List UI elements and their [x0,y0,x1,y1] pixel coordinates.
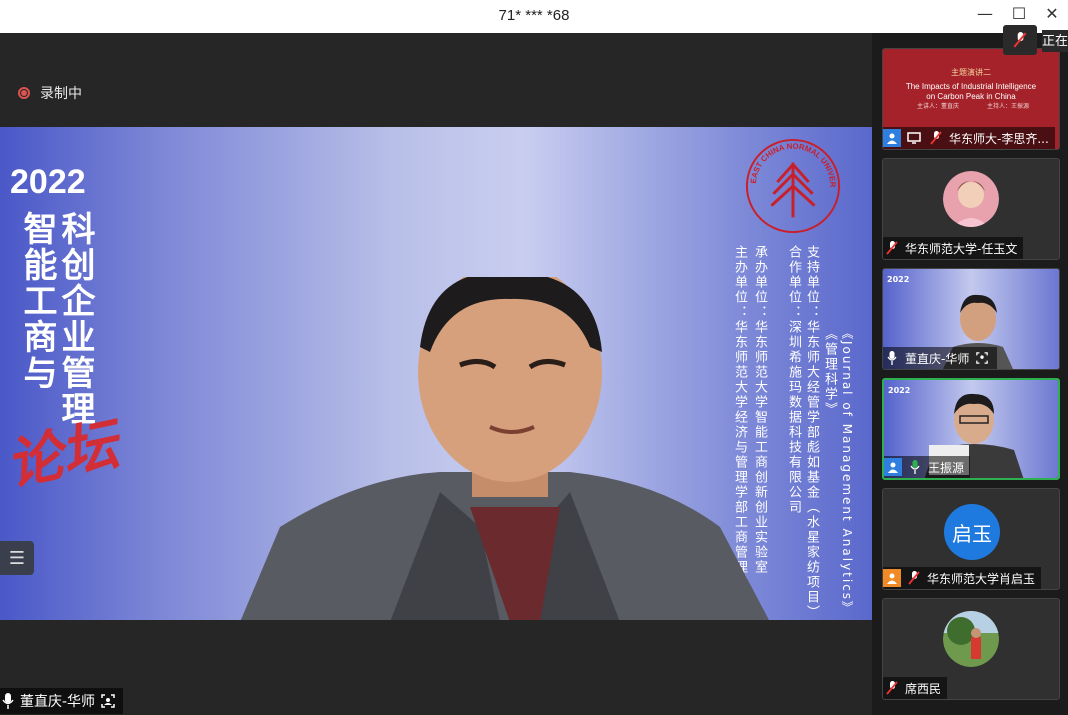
banner-title-col1: 科创企业管理 [55,211,95,427]
participant-avatar [943,171,999,227]
participant-label: 席西民 [883,677,948,699]
title-bar: 71* *** *68 — ☐ ✕ [0,0,1068,33]
participant-name: 华东师大-李思齐... [949,131,1049,146]
participant-label: 王振源 [884,456,971,478]
participant-name: 华东师范大学肖启玉 [927,571,1036,586]
mic-muted-icon [905,569,923,587]
speaker-video: 2022 科创企业管理 智能工商与 论坛 EAST CHINA NORMAL U… [0,127,872,620]
participant-tile[interactable]: 2022 董直庆-华师 [882,268,1060,370]
user-icon [883,569,901,587]
banner-title-col2: 智能工商与 [17,211,57,391]
logo-text: EAST CHINA NORMAL UNIVERSITY [744,137,837,188]
slide-footer-host: 主持人：王振源 [987,104,1030,110]
recording-label: 录制中 [40,86,82,102]
participant-name: 王振源 [928,460,965,475]
list-icon: ☰ [8,547,26,569]
participant-label: 华东师范大学-任玉文 [883,237,1024,259]
list-toggle-button[interactable]: ☰ [0,541,34,575]
window-title: 71* *** *68 [498,7,570,24]
participant-label: 华东师范大学肖启玉 [883,567,1042,589]
participant-tile[interactable]: 主题演讲二 The Impacts of Industrial Intellig… [882,48,1060,150]
banner-year: 2022 [10,163,86,201]
user-icon [884,458,902,476]
main-speaker-name: 董直庆-华师 [20,694,96,710]
svg-text:EAST CHINA NORMAL UNIVERSITY: EAST CHINA NORMAL UNIVERSITY [744,137,837,188]
banner-support: 支持单位：华东师大经管学部彪如基金（水星家纺项目） [804,245,819,620]
university-logo: EAST CHINA NORMAL UNIVERSITY [744,137,841,234]
focus-frame-icon [101,694,115,708]
microphone-icon [883,349,901,367]
participant-tile[interactable]: 启玉 华东师范大学肖启玉 [882,488,1060,590]
microphone-active-icon [906,458,924,476]
focus-frame-icon [973,349,991,367]
record-icon [18,87,30,99]
participant-panel: 主题演讲二 The Impacts of Industrial Intellig… [872,33,1068,715]
banner-journal: 《Journal of Management Analytics》 [840,327,854,616]
user-icon [883,129,901,147]
banner-journal2: 《管理科学》 [822,327,837,417]
screen-share-icon [905,129,923,147]
self-mute-button[interactable] [1003,25,1037,55]
participant-tile[interactable]: 华东师范大学-任玉文 [882,158,1060,260]
participant-label: 董直庆-华师 [883,347,998,369]
speaker-figure [240,277,769,620]
participant-name: 席西民 [905,681,942,696]
participant-name: 董直庆-华师 [905,351,970,366]
slide-footer-presenter: 主讲人：董直庆 [917,104,960,110]
mic-muted-icon [927,129,945,147]
participant-tile-active[interactable]: 2022 王振源 [882,378,1060,480]
mini-year: 2022 [887,275,910,284]
recording-indicator: 录制中 [18,83,82,103]
banner-forum: 论坛 [0,411,124,499]
participant-label: 华东师大-李思齐... [883,127,1055,149]
slide-text: The Impacts of Industrial Intelligence o… [905,82,1037,101]
mic-muted-icon [883,239,901,257]
main-video-area[interactable]: 录制中 2022 科创企业管理 智能工商与 论坛 EAST CHINA NORM… [0,33,872,715]
status-label: 正在 [1042,30,1068,52]
minimize-button[interactable]: — [973,4,997,23]
participant-avatar [943,611,999,667]
participant-name: 华东师范大学-任玉文 [905,241,1018,256]
maximize-button[interactable]: ☐ [1007,4,1031,23]
microphone-icon [2,693,14,709]
participant-tile[interactable]: 席西民 [882,598,1060,700]
mic-muted-icon [1013,32,1027,48]
close-button[interactable]: ✕ [1040,4,1064,23]
mic-muted-icon [883,679,901,697]
main-speaker-label: 董直庆-华师 [0,688,124,714]
participant-avatar-text: 启玉 [944,504,1000,560]
mini-year: 2022 [888,386,911,395]
